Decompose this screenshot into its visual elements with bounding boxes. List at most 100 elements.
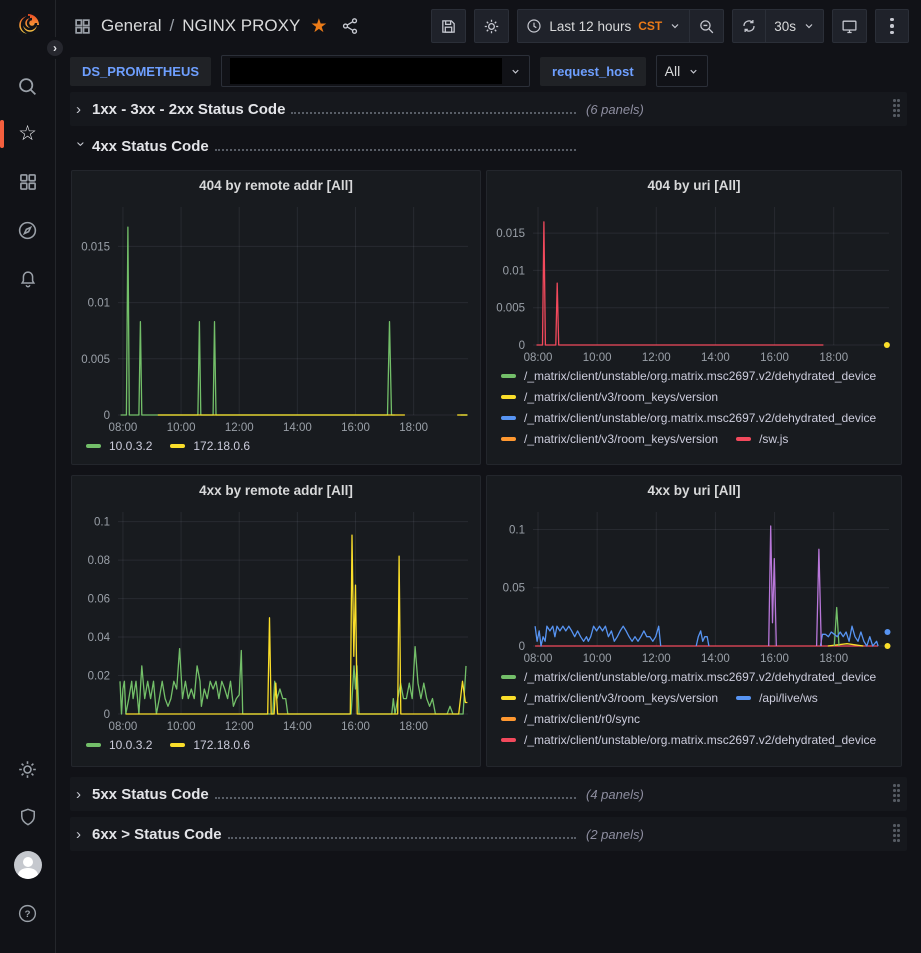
- panel-404-by-remote-addr-all-: 404 by remote addr [All]08:0010:0012:001…: [71, 170, 481, 465]
- favorite-star-icon[interactable]: ★: [310, 15, 327, 38]
- sidebar-item-starred[interactable]: ☆: [8, 114, 48, 154]
- svg-text:0.1: 0.1: [94, 517, 110, 529]
- chart-plot-area[interactable]: 08:0010:0012:0014:0016:0018:0000.020.040…: [72, 504, 480, 736]
- legend-item[interactable]: /_matrix/client/v3/room_keys/version: [501, 432, 718, 446]
- sidebar-item-configuration[interactable]: [8, 749, 48, 789]
- svg-text:10:00: 10:00: [583, 352, 612, 364]
- legend-item[interactable]: /_matrix/client/v3/room_keys/version: [501, 390, 718, 404]
- refresh-interval-picker[interactable]: 30s: [766, 9, 824, 43]
- search-icon: [17, 76, 38, 97]
- legend-item[interactable]: /_matrix/client/unstable/org.matrix.msc2…: [501, 733, 876, 747]
- gear-icon: [483, 18, 500, 35]
- sidebar-item-dashboards[interactable]: [8, 162, 48, 202]
- svg-text:0.05: 0.05: [503, 583, 525, 595]
- row-4xx[interactable]: › 4xx Status Code: [70, 132, 907, 160]
- row-collapse-chevron-icon: ›: [76, 826, 86, 843]
- row-title: 1xx - 3xx - 2xx Status Code: [92, 101, 285, 118]
- datasource-variable-label[interactable]: DS_PROMETHEUS: [70, 57, 211, 86]
- grafana-app: › ☆ ?: [0, 0, 921, 953]
- panel-title[interactable]: 404 by uri [All]: [487, 171, 901, 199]
- save-dashboard-button[interactable]: [431, 9, 466, 43]
- sidebar-item-search[interactable]: [8, 66, 48, 106]
- row-panel-count: (2 panels): [586, 827, 644, 842]
- request-host-variable-label[interactable]: request_host: [540, 57, 646, 86]
- svg-text:12:00: 12:00: [225, 422, 254, 434]
- chart-legend: /_matrix/client/unstable/org.matrix.msc2…: [487, 668, 901, 758]
- star-outline-icon: ☆: [18, 124, 37, 144]
- row-1xx-3xx-2xx[interactable]: › 1xx - 3xx - 2xx Status Code (6 panels): [70, 92, 907, 126]
- sidebar-item-profile[interactable]: [8, 845, 48, 885]
- kiosk-mode-button[interactable]: [832, 9, 867, 43]
- grafana-logo-icon[interactable]: [13, 10, 43, 40]
- legend-item[interactable]: 10.0.3.2: [86, 439, 152, 453]
- chevron-down-icon: [803, 20, 815, 32]
- sidebar: › ☆ ?: [0, 0, 56, 953]
- legend-item[interactable]: /api/live/ws: [736, 691, 818, 705]
- sidebar-expand-button[interactable]: ›: [44, 37, 66, 59]
- time-range-picker[interactable]: Last 12 hours CST: [517, 9, 690, 43]
- panel-title[interactable]: 4xx by remote addr [All]: [72, 476, 480, 504]
- svg-text:08:00: 08:00: [524, 352, 553, 364]
- row-6xx[interactable]: › 6xx > Status Code (2 panels): [70, 817, 907, 851]
- panel-4xx-by-uri-all-: 4xx by uri [All]08:0010:0012:0014:0016:0…: [486, 475, 902, 767]
- legend-item[interactable]: 10.0.3.2: [86, 738, 152, 752]
- legend-item[interactable]: /_matrix/client/r0/sync: [501, 712, 640, 726]
- panel-title[interactable]: 4xx by uri [All]: [487, 476, 901, 504]
- legend-item[interactable]: 172.18.0.6: [170, 439, 250, 453]
- legend-label: /sw.js: [759, 432, 788, 446]
- svg-text:0.015: 0.015: [496, 228, 525, 240]
- timezone-label: CST: [638, 19, 662, 33]
- sidebar-item-alerting[interactable]: [8, 258, 48, 298]
- chevron-down-icon: [510, 66, 521, 77]
- compass-icon: [17, 220, 38, 241]
- datasource-variable-select[interactable]: [221, 55, 530, 87]
- row-drag-handle[interactable]: [893, 784, 901, 804]
- clock-icon: [526, 18, 542, 34]
- avatar: [14, 851, 42, 879]
- legend-item[interactable]: /_matrix/client/unstable/org.matrix.msc2…: [501, 411, 876, 425]
- save-icon: [440, 18, 457, 35]
- refresh-button[interactable]: [732, 9, 766, 43]
- request-host-variable-select[interactable]: All: [656, 55, 709, 87]
- breadcrumb-section[interactable]: General: [101, 16, 161, 36]
- svg-text:18:00: 18:00: [399, 422, 428, 434]
- more-options-button[interactable]: [875, 9, 909, 43]
- row-drag-handle[interactable]: [893, 824, 901, 844]
- legend-item[interactable]: /_matrix/client/unstable/org.matrix.msc2…: [501, 670, 876, 684]
- row-drag-handle[interactable]: [893, 99, 901, 119]
- bell-icon: [18, 268, 38, 288]
- svg-text:18:00: 18:00: [399, 721, 428, 733]
- svg-text:14:00: 14:00: [283, 721, 312, 733]
- svg-text:?: ?: [25, 909, 31, 920]
- svg-text:0.02: 0.02: [88, 671, 110, 683]
- series-color-swatch: [501, 717, 516, 721]
- legend-item[interactable]: 172.18.0.6: [170, 738, 250, 752]
- legend-item[interactable]: /sw.js: [736, 432, 788, 446]
- chart-plot-area[interactable]: 08:0010:0012:0014:0016:0018:0000.0050.01…: [487, 199, 901, 367]
- legend-item[interactable]: /_matrix/client/unstable/org.matrix.msc2…: [501, 369, 876, 383]
- panel-404-by-uri-all-: 404 by uri [All]08:0010:0012:0014:0016:0…: [486, 170, 902, 465]
- legend-item[interactable]: /_matrix/client/v3/room_keys/version: [501, 691, 718, 705]
- series-color-swatch: [501, 374, 516, 378]
- page-title[interactable]: NGINX PROXY: [182, 16, 300, 36]
- dashboard-settings-button[interactable]: [474, 9, 509, 43]
- panel-title[interactable]: 404 by remote addr [All]: [72, 171, 480, 199]
- chart-plot-area[interactable]: 08:0010:0012:0014:0016:0018:0000.0050.01…: [72, 199, 480, 437]
- redacted-value: [230, 58, 502, 84]
- legend-label: /_matrix/client/unstable/org.matrix.msc2…: [524, 369, 876, 383]
- svg-text:16:00: 16:00: [760, 653, 789, 665]
- sidebar-item-admin[interactable]: [8, 797, 48, 837]
- row-dotted-leader: [228, 827, 576, 839]
- svg-text:0.005: 0.005: [81, 354, 110, 366]
- svg-text:16:00: 16:00: [341, 422, 370, 434]
- legend-label: /_matrix/client/unstable/org.matrix.msc2…: [524, 670, 876, 684]
- chart-legend: /_matrix/client/unstable/org.matrix.msc2…: [487, 367, 901, 457]
- series-color-swatch: [736, 696, 751, 700]
- share-icon[interactable]: [341, 17, 359, 35]
- sidebar-item-explore[interactable]: [8, 210, 48, 250]
- sidebar-item-help[interactable]: ?: [8, 893, 48, 933]
- time-zoom-out-button[interactable]: [690, 9, 724, 43]
- svg-text:0: 0: [519, 340, 525, 352]
- chart-plot-area[interactable]: 08:0010:0012:0014:0016:0018:0000.050.1: [487, 504, 901, 668]
- row-5xx[interactable]: › 5xx Status Code (4 panels): [70, 777, 907, 811]
